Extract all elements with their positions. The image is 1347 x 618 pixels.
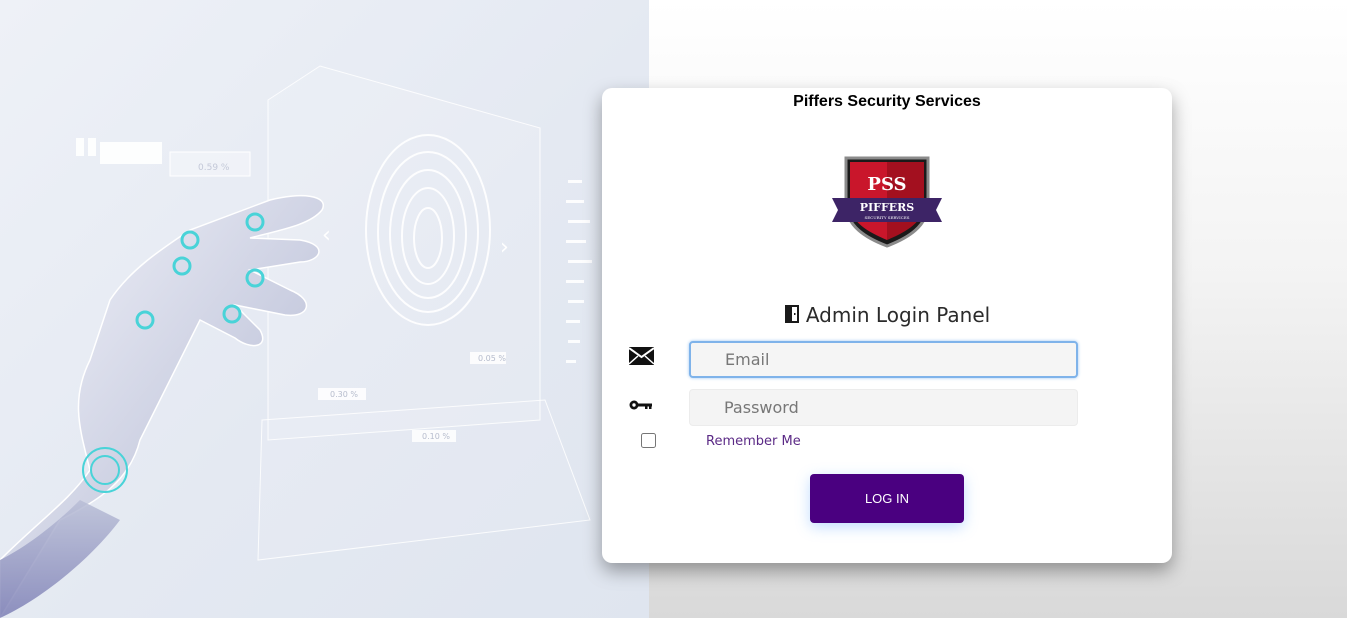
login-card: Piffers Security Services PSS PIFFERS SE…: [602, 88, 1172, 563]
door-icon: [784, 305, 799, 323]
envelope-icon: [629, 347, 654, 365]
password-input[interactable]: [689, 389, 1078, 426]
hud-readout-1: 0.59 %: [198, 163, 230, 173]
svg-text:‹: ‹: [322, 223, 331, 248]
hud-panel-back: [257, 65, 591, 561]
svg-text:›: ›: [500, 235, 509, 260]
hud-readout-2: 0.05 %: [478, 354, 506, 363]
logo-abbreviation: PSS: [867, 174, 906, 195]
email-input[interactable]: [689, 341, 1078, 378]
robot-hand-fingerprint-graphic: ‹ › 0.59 % 0.05 % 0.30 % 0.10 %: [0, 65, 592, 618]
remember-me-label[interactable]: Remember Me: [706, 434, 801, 449]
panel-title: Admin Login Panel: [805, 303, 991, 327]
hero-illustration: ‹ › 0.59 % 0.05 % 0.30 % 0.10 %: [0, 0, 649, 618]
login-button[interactable]: LOG IN: [810, 474, 964, 523]
hud-readout-4: 0.10 %: [422, 432, 450, 441]
logo-name: PIFFERS: [860, 201, 915, 214]
company-title: Piffers Security Services: [793, 93, 981, 110]
pss-logo: PSS PIFFERS SECURITY SERVICES: [832, 156, 942, 248]
panel-heading: Admin Login Panel: [602, 303, 1172, 327]
hud-equalizer: [566, 180, 592, 363]
key-icon: [629, 400, 652, 410]
remember-me-checkbox[interactable]: [641, 433, 656, 448]
hud-readout-3: 0.30 %: [330, 390, 358, 399]
logo-tagline: SECURITY SERVICES: [865, 215, 910, 220]
